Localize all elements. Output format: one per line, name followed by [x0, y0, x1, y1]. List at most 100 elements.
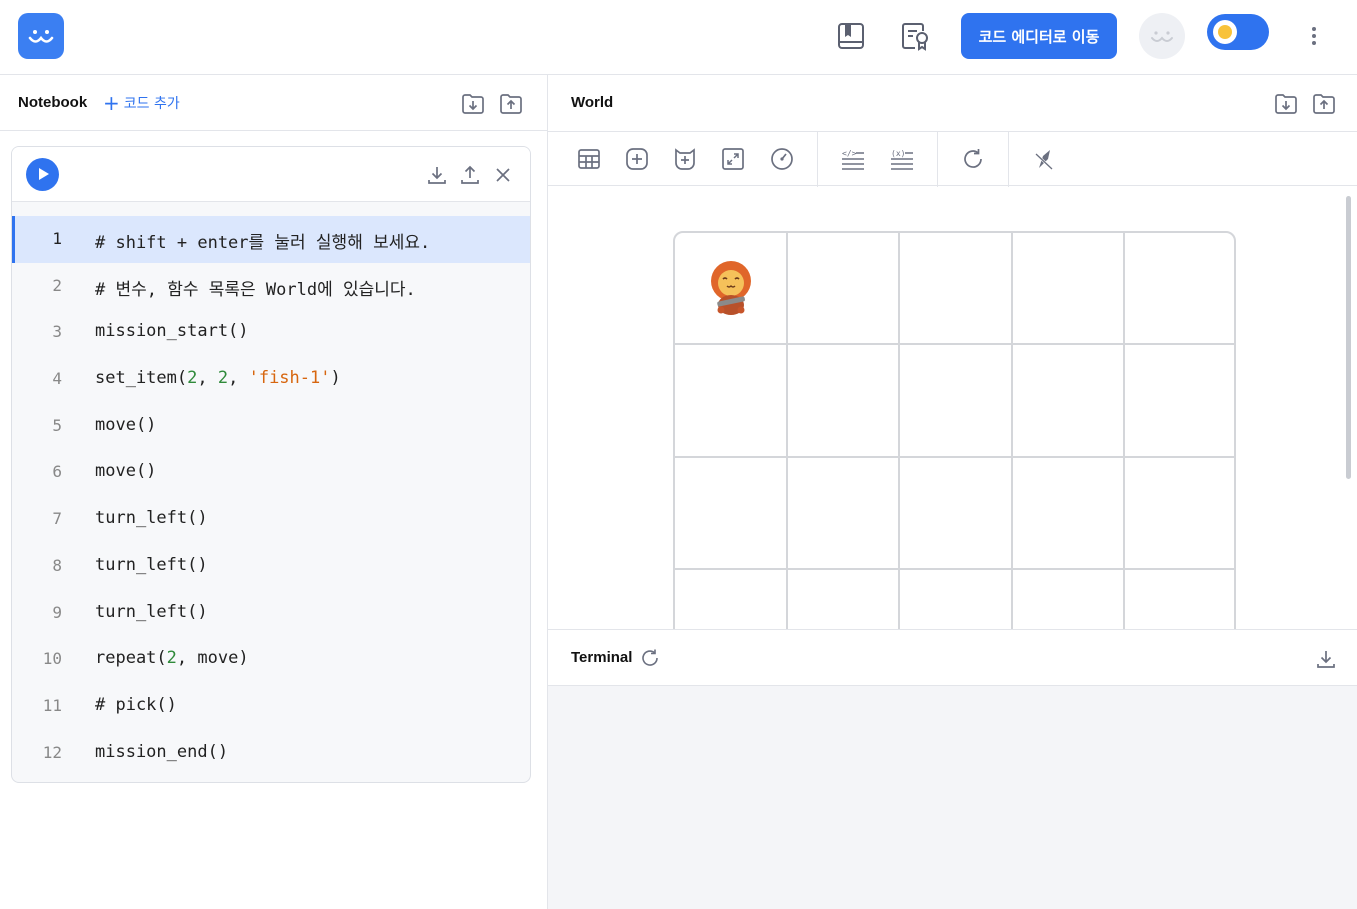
code-text: move()	[95, 414, 157, 435]
upload-icon[interactable]	[459, 164, 481, 186]
code-list-icon[interactable]: </>	[840, 146, 866, 172]
code-text: turn_left()	[95, 601, 208, 622]
line-number: 3	[52, 322, 62, 342]
line-number: 9	[52, 602, 62, 622]
code-text: # pick()	[95, 694, 177, 715]
more-vert-icon[interactable]	[1302, 22, 1326, 50]
grid-cell[interactable]	[1012, 457, 1126, 571]
grid-cell[interactable]	[1125, 570, 1234, 629]
code-line[interactable]: 4 set_item(2, 2, 'fish-1')	[12, 356, 530, 403]
world-grid	[673, 231, 1236, 629]
add-code-label: 코드 추가	[123, 96, 180, 112]
grid-cell[interactable]	[900, 233, 1013, 346]
line-number: 12	[42, 742, 62, 762]
code-text: move()	[95, 461, 157, 482]
grid-table-icon[interactable]	[576, 146, 602, 172]
code-line[interactable]: 5 move()	[12, 403, 530, 450]
import-folder-icon[interactable]	[1273, 91, 1299, 117]
code-line[interactable]: 9 turn_left()	[12, 590, 530, 637]
plus-icon: +	[103, 91, 120, 115]
add-box-icon[interactable]	[624, 146, 650, 172]
grid-cell[interactable]	[900, 570, 1013, 629]
code-editor[interactable]: 1 # shift + enter를 눌러 실행해 보세요. 2 # 변수, 함수 목…	[12, 216, 530, 776]
world-header: World	[548, 75, 1357, 131]
code-text: # shift + enter를 눌러 실행해 보세요.	[95, 233, 431, 253]
code-line[interactable]: 2 # 변수, 함수 목록은 World에 있습니다.	[12, 263, 530, 310]
avatar-icon	[1151, 31, 1173, 42]
grid-cell[interactable]	[787, 233, 901, 346]
toolbar-divider	[817, 132, 818, 187]
line-number: 2	[52, 275, 62, 295]
book-icon[interactable]	[834, 19, 868, 53]
code-line[interactable]: 8 turn_left()	[12, 543, 530, 590]
line-number: 10	[42, 649, 62, 669]
line-number: 1	[52, 229, 62, 248]
download-icon[interactable]	[1315, 648, 1337, 670]
code-line[interactable]: 3 mission_start()	[12, 309, 530, 356]
grid-cell[interactable]	[900, 345, 1013, 458]
add-character-icon[interactable]	[672, 146, 698, 172]
grid-cell[interactable]	[675, 570, 788, 629]
toolbar-divider	[937, 132, 938, 187]
world-title: World	[571, 94, 614, 111]
close-icon[interactable]	[492, 164, 514, 186]
resize-icon[interactable]	[720, 146, 746, 172]
code-line[interactable]: 10 repeat(2, move)	[12, 636, 530, 683]
download-icon[interactable]	[426, 164, 448, 186]
world-panel: World </> (x) Terminal	[548, 75, 1357, 909]
code-line[interactable]: 7 turn_left()	[12, 496, 530, 543]
line-number: 4	[52, 369, 62, 389]
grid-cell[interactable]	[675, 345, 788, 458]
code-text: mission_end()	[95, 741, 229, 762]
world-toolbar: </> (x)	[548, 131, 1357, 187]
code-line[interactable]: 11 # pick()	[12, 683, 530, 730]
grid-cell[interactable]	[787, 345, 901, 458]
export-folder-icon[interactable]	[498, 91, 524, 117]
app-logo[interactable]	[18, 13, 64, 59]
goto-code-editor-button[interactable]: 코드 에디터로 이동	[961, 13, 1117, 59]
brush-off-icon[interactable]	[1031, 146, 1057, 172]
svg-text:(x): (x)	[891, 149, 905, 158]
reset-icon[interactable]	[960, 146, 986, 172]
code-line[interactable]: 12 mission_end()	[12, 730, 530, 777]
import-folder-icon[interactable]	[460, 91, 486, 117]
line-number: 6	[52, 462, 62, 482]
grid-cell[interactable]	[675, 457, 788, 571]
variable-list-icon[interactable]: (x)	[889, 146, 915, 172]
terminal-output[interactable]	[548, 686, 1357, 909]
grid-cell[interactable]	[1125, 233, 1234, 346]
avatar[interactable]	[1139, 13, 1185, 59]
grid-cell[interactable]	[1125, 458, 1234, 571]
line-number: 11	[42, 695, 62, 715]
sun-icon	[1213, 20, 1237, 44]
refresh-icon[interactable]	[640, 648, 660, 668]
grid-cell[interactable]	[788, 570, 901, 629]
code-text: repeat(2, move)	[95, 648, 249, 669]
code-text: # 변수, 함수 목록은 World에 있습니다.	[95, 279, 416, 300]
code-line[interactable]: 6 move()	[12, 449, 530, 496]
code-text: set_item(2, 2, 'fish-1')	[95, 368, 341, 389]
code-line[interactable]: 1 # shift + enter를 눌러 실행해 보세요.	[12, 216, 530, 263]
terminal-header: Terminal	[548, 629, 1357, 686]
export-folder-icon[interactable]	[1311, 91, 1337, 117]
grid-cell[interactable]	[1012, 233, 1126, 346]
lion-cat-character-icon[interactable]	[705, 257, 757, 322]
code-cell-header	[12, 147, 530, 202]
add-code-button[interactable]: + 코드 추가	[103, 93, 180, 113]
certificate-icon[interactable]	[898, 19, 932, 53]
speed-gauge-icon[interactable]	[769, 146, 795, 172]
line-number: 8	[52, 555, 62, 575]
grid-cell[interactable]	[787, 457, 901, 571]
line-number: 7	[52, 509, 62, 529]
code-text: turn_left()	[95, 554, 208, 575]
toolbar-divider	[1008, 132, 1009, 187]
world-scrollbar[interactable]	[1346, 196, 1351, 479]
run-button[interactable]	[26, 158, 59, 191]
grid-cell[interactable]	[900, 457, 1013, 571]
notebook-panel: Notebook + 코드 추가 1 # shift + enter를 눌러 실…	[0, 75, 548, 909]
theme-toggle[interactable]	[1207, 14, 1269, 50]
grid-cell[interactable]	[1125, 345, 1234, 458]
grid-cell[interactable]	[1013, 570, 1126, 629]
grid-cell[interactable]	[1012, 345, 1126, 458]
world-canvas	[548, 186, 1357, 629]
